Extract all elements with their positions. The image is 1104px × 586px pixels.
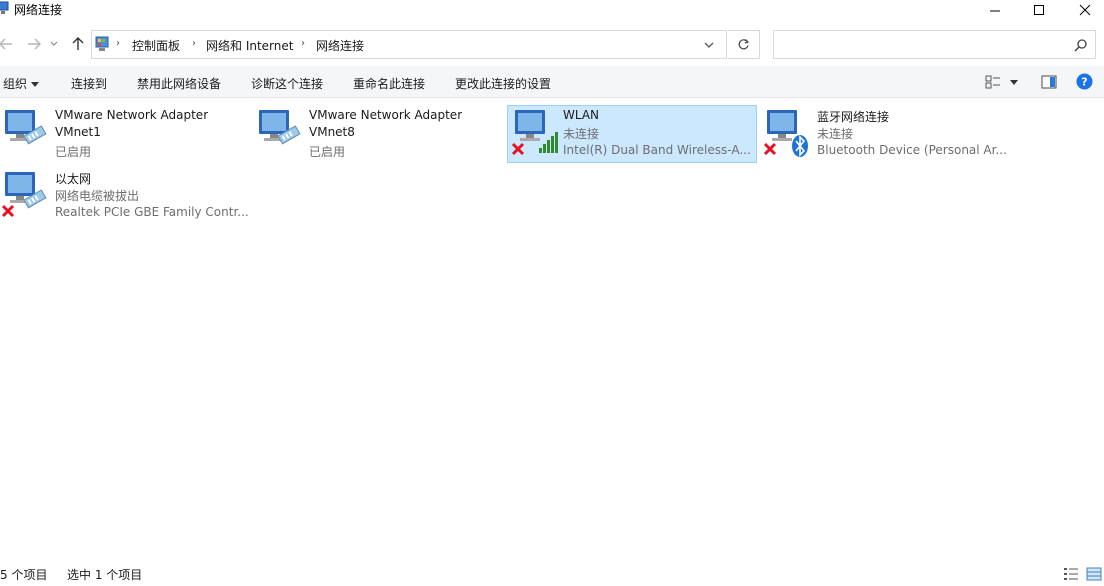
connection-item-wlan[interactable]: WLAN 未连接 Intel(R) Dual Band Wireless-A..…	[507, 105, 757, 163]
change-view-icon[interactable]	[985, 74, 1001, 90]
disable-device-button[interactable]: 禁用此网络设备	[137, 75, 221, 92]
connection-device: Realtek PCIe GBE Family Contr...	[55, 205, 249, 219]
breadcrumb-separator: ›	[116, 38, 120, 49]
item-count: 5 个项目	[0, 568, 48, 582]
selection-count: 选中 1 个项目	[67, 568, 143, 582]
svg-text:?: ?	[1081, 76, 1087, 89]
change-settings-button[interactable]: 更改此连接的设置	[455, 75, 551, 92]
address-dropdown-icon[interactable]	[702, 38, 716, 52]
window-title: 网络连接	[14, 3, 63, 17]
back-button[interactable]	[0, 33, 16, 55]
connection-item-ethernet[interactable]: 以太网 网络电缆被拔出 Realtek PCIe GBE Family Cont…	[0, 168, 250, 226]
up-button[interactable]	[68, 33, 88, 55]
breadcrumb-control-panel[interactable]: 控制面板	[132, 37, 180, 54]
connection-name: 以太网	[55, 172, 92, 186]
organize-label: 组织	[3, 77, 28, 91]
connection-name: VMware Network Adapter	[55, 108, 209, 122]
connection-name: WLAN	[563, 108, 600, 122]
connection-state: 未连接	[563, 127, 600, 141]
view-options-dropdown-icon[interactable]	[1008, 74, 1020, 90]
wired-network-icon	[5, 110, 47, 145]
maximize-button[interactable]	[1016, 0, 1062, 19]
details-view-icon[interactable]	[1063, 567, 1079, 581]
disconnected-x-icon	[511, 142, 525, 156]
close-icon	[1079, 4, 1091, 15]
connection-name: 蓝牙网络连接	[817, 110, 890, 124]
minimize-button[interactable]	[972, 0, 1018, 19]
connect-to-button[interactable]: 连接到	[71, 75, 107, 92]
wired-network-icon	[1, 172, 47, 218]
forward-button[interactable]	[24, 33, 44, 55]
wired-network-icon	[259, 110, 301, 145]
large-icons-view-icon[interactable]	[1086, 567, 1102, 581]
breadcrumb-separator: ›	[192, 38, 196, 49]
breadcrumb-separator: ›	[301, 38, 305, 49]
network-connections-app-icon	[0, 1, 9, 14]
disconnected-x-icon	[1, 204, 15, 218]
control-panel-icon	[95, 36, 109, 51]
connection-item-bluetooth[interactable]: 蓝牙网络连接 未连接 Bluetooth Device (Personal Ar…	[762, 106, 1012, 164]
connection-state: 网络电缆被拔出	[55, 189, 140, 203]
refresh-icon	[738, 39, 750, 50]
close-button[interactable]	[1062, 0, 1104, 19]
organize-button[interactable]: 组织	[3, 75, 39, 92]
command-bar: 组织 连接到 禁用此网络设备 诊断这个连接 重命名此连接 更改此连接的设置 ?	[0, 66, 1104, 98]
caret-down-icon	[30, 82, 39, 87]
chevron-down-icon	[50, 41, 58, 46]
arrow-left-icon	[0, 38, 12, 50]
connection-device: Intel(R) Dual Band Wireless-A...	[563, 143, 751, 157]
connection-device: Bluetooth Device (Personal Ar...	[817, 143, 1007, 157]
address-bar[interactable]: › 控制面板 › 网络和 Internet › 网络连接	[91, 30, 727, 59]
recent-locations-button[interactable]	[47, 33, 61, 55]
status-bar: 5 个项目 选中 1 个项目	[0, 564, 1104, 586]
search-input[interactable]	[780, 36, 1060, 54]
preview-pane-icon[interactable]	[1041, 74, 1057, 90]
search-box[interactable]	[773, 30, 1096, 59]
connection-status: 已启用	[55, 145, 92, 159]
bluetooth-icon	[792, 135, 808, 157]
title-bar: 网络连接	[0, 0, 1104, 19]
wifi-signal-icon	[539, 132, 558, 153]
bluetooth-network-icon	[763, 110, 808, 157]
maximize-icon	[1034, 4, 1044, 15]
wireless-network-icon	[511, 110, 558, 156]
disconnected-x-icon	[763, 142, 777, 156]
rename-connection-button[interactable]: 重命名此连接	[353, 75, 425, 92]
arrow-right-icon	[28, 38, 41, 50]
refresh-button[interactable]	[728, 30, 760, 59]
connection-status: 已启用	[309, 145, 346, 159]
connection-item-vmnet8[interactable]: VMware Network Adapter VMnet8 已启用	[254, 106, 504, 164]
connection-name-line2: VMnet1	[55, 125, 101, 139]
breadcrumb-network-internet[interactable]: 网络和 Internet	[206, 37, 293, 54]
diagnose-connection-button[interactable]: 诊断这个连接	[251, 75, 323, 92]
minimize-icon	[990, 10, 1000, 11]
breadcrumb-network-connections[interactable]: 网络连接	[316, 37, 364, 54]
connection-name: VMware Network Adapter	[309, 108, 463, 122]
help-icon[interactable]: ?	[1076, 73, 1093, 90]
connection-item-vmnet1[interactable]: VMware Network Adapter VMnet1 已启用	[0, 106, 250, 164]
connection-name-line2: VMnet8	[309, 125, 355, 139]
arrow-up-icon	[72, 37, 84, 50]
search-icon[interactable]	[1074, 38, 1088, 52]
connection-state: 未连接	[817, 127, 854, 141]
